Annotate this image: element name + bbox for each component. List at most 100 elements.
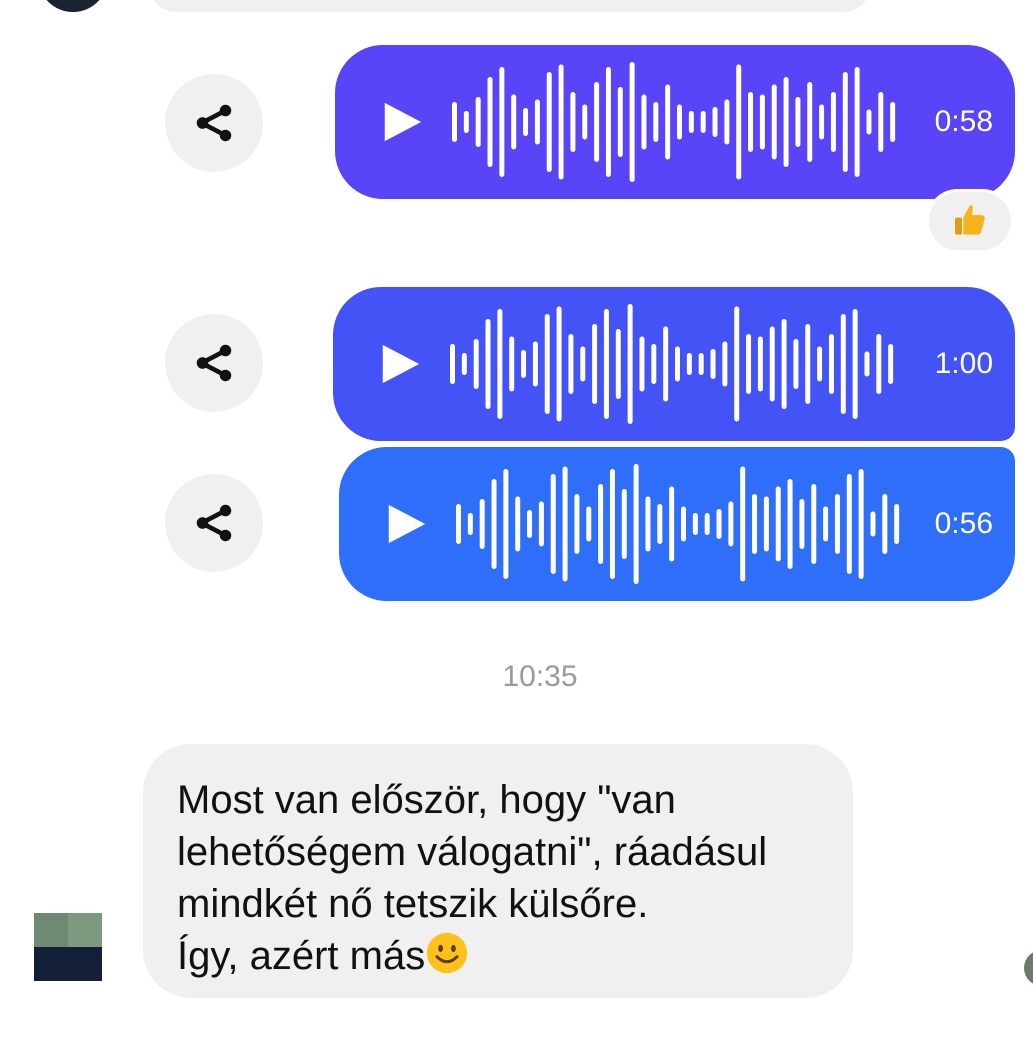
waveform-bar — [509, 336, 515, 392]
message-text-line-last: Így, azért más — [177, 930, 819, 982]
waveform-bar — [653, 102, 659, 142]
waveform-bar — [866, 109, 872, 135]
waveform-bar — [783, 77, 789, 167]
waveform-bar — [487, 77, 493, 167]
waveform-bar — [534, 99, 540, 145]
waveform-bar — [641, 94, 647, 150]
waveform-bar — [615, 329, 621, 399]
waveform-bar — [515, 496, 521, 552]
waveform-bar — [570, 92, 576, 152]
waveform-bar — [830, 92, 836, 152]
waveform-bar — [840, 314, 846, 414]
voice-duration: 0:56 — [934, 507, 993, 540]
waveform-bar — [467, 513, 473, 535]
waveform-bar — [799, 499, 805, 549]
voice-message-bubble[interactable]: 1:00 — [333, 287, 1015, 441]
chat-view: 0:58 1:00 0:56 10:35 Most van először, h… — [0, 0, 1033, 1049]
waveform-bar — [546, 72, 552, 172]
waveform-bar — [870, 511, 876, 537]
waveform-bar — [724, 99, 730, 145]
waveform-bar — [819, 104, 825, 140]
share-icon — [196, 104, 232, 142]
waveform-bar — [834, 494, 840, 554]
waveform-bar — [712, 107, 718, 137]
waveform-bar — [811, 484, 817, 564]
waveform-bar — [629, 62, 635, 182]
waveform-bar — [722, 341, 728, 387]
waveform-bar — [740, 466, 746, 582]
waveform-bar — [562, 466, 568, 582]
voice-duration: 1:00 — [934, 347, 993, 380]
read-receipt-avatar — [1024, 950, 1033, 986]
waveform-bar — [657, 504, 663, 544]
message-bubble-partial[interactable] — [150, 0, 870, 12]
waveform-bar — [823, 506, 829, 542]
waveform-bar — [452, 102, 457, 142]
play-icon[interactable] — [379, 99, 425, 145]
reaction-badge[interactable] — [926, 189, 1014, 253]
waveform-icon[interactable] — [455, 464, 905, 584]
avatar[interactable] — [34, 913, 102, 981]
waveform-bar — [475, 97, 481, 147]
message-text-line: Most van először, hogy "van — [177, 778, 676, 822]
waveform-bar — [503, 469, 509, 579]
waveform-bar — [592, 324, 598, 404]
play-icon[interactable] — [383, 501, 429, 547]
waveform-bar — [817, 346, 823, 382]
waveform-bar — [793, 339, 799, 389]
waveform-bar — [645, 496, 651, 552]
waveform-bar — [527, 510, 533, 538]
waveform-bar — [594, 82, 600, 162]
waveform-bar — [781, 319, 787, 409]
waveform-bar — [558, 64, 564, 180]
message-text: Így, azért más — [177, 934, 426, 978]
share-button[interactable] — [165, 474, 263, 572]
waveform-bar — [710, 349, 716, 379]
waveform-bar — [769, 326, 775, 402]
waveform-bar — [757, 336, 763, 392]
waveform-bar — [568, 334, 574, 394]
waveform-bar — [734, 306, 740, 422]
waveform-bar — [675, 346, 680, 382]
waveform-bar — [763, 496, 769, 552]
voice-message-bubble[interactable]: 0:56 — [339, 447, 1015, 601]
share-icon — [196, 504, 232, 542]
waveform-bar — [511, 94, 517, 150]
waveform-bar — [473, 339, 479, 389]
waveform-bar — [688, 111, 694, 133]
waveform-bar — [497, 309, 503, 419]
waveform-bar — [617, 87, 623, 157]
waveform-bar — [485, 319, 491, 409]
message-text-line: lehetőségem válogatni", ráadásul — [177, 830, 768, 874]
waveform-bar — [771, 84, 777, 160]
waveform-bar — [450, 344, 455, 384]
waveform-bar — [621, 489, 627, 559]
message-text-line: mindkét nő tetszik külsőre. — [177, 882, 649, 926]
avatar[interactable] — [38, 0, 108, 12]
waveform-bar — [574, 494, 580, 554]
waveform-bar — [544, 314, 550, 414]
waveform-bar — [491, 479, 497, 569]
waveform-bar — [864, 351, 870, 377]
play-icon[interactable] — [377, 341, 423, 387]
voice-message-bubble[interactable]: 0:58 — [335, 45, 1015, 199]
waveform-bar — [532, 341, 538, 387]
waveform-bar — [669, 486, 675, 562]
text-message-bubble[interactable]: Most van először, hogy "van lehetőségem … — [143, 744, 853, 998]
waveform-bar — [605, 67, 611, 177]
waveform-bar — [479, 499, 485, 549]
share-button[interactable] — [165, 74, 263, 172]
voice-duration: 0:58 — [934, 105, 993, 138]
smiley-face-icon — [427, 932, 468, 974]
waveform-bar — [795, 97, 801, 147]
share-button[interactable] — [165, 314, 263, 412]
waveform-bar — [876, 334, 882, 394]
waveform-bar — [787, 479, 793, 569]
waveform-bar — [805, 324, 811, 404]
waveform-bar — [586, 506, 592, 542]
waveform-icon[interactable] — [451, 62, 901, 182]
waveform-bar — [775, 486, 781, 562]
waveform-icon[interactable] — [449, 304, 899, 424]
waveform-bar — [538, 501, 544, 547]
waveform-bar — [807, 82, 813, 162]
